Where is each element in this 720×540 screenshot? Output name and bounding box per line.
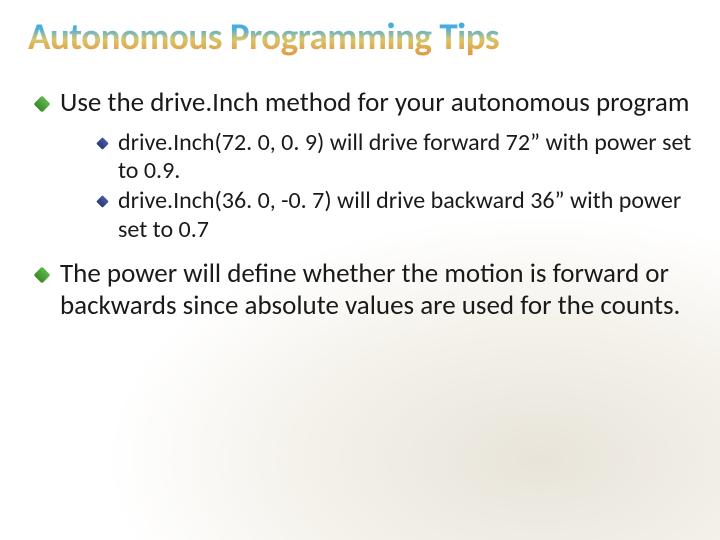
list-item-text: drive.Inch(72. 0, 0. 9) will drive forwa… xyxy=(118,128,691,185)
slide: Autonomous Programming Tips Use the driv… xyxy=(0,0,720,540)
slide-title: Autonomous Programming Tips xyxy=(28,18,692,57)
list-item: The power will define whether the motion… xyxy=(34,258,692,322)
list-item: Use the drive.Inch method for your auton… xyxy=(34,87,692,244)
bullet-list-level2: drive.Inch(72. 0, 0. 9) will drive forwa… xyxy=(60,129,692,244)
list-item-text: The power will define whether the motion… xyxy=(60,257,680,322)
list-item-text: Use the drive.Inch method for your auton… xyxy=(60,86,689,119)
list-item: drive.Inch(72. 0, 0. 9) will drive forwa… xyxy=(96,129,692,186)
bullet-list-level1: Use the drive.Inch method for your auton… xyxy=(28,87,692,322)
list-item-text: drive.Inch(36. 0, -0. 7) will drive back… xyxy=(118,186,681,243)
list-item: drive.Inch(36. 0, -0. 7) will drive back… xyxy=(96,187,692,244)
